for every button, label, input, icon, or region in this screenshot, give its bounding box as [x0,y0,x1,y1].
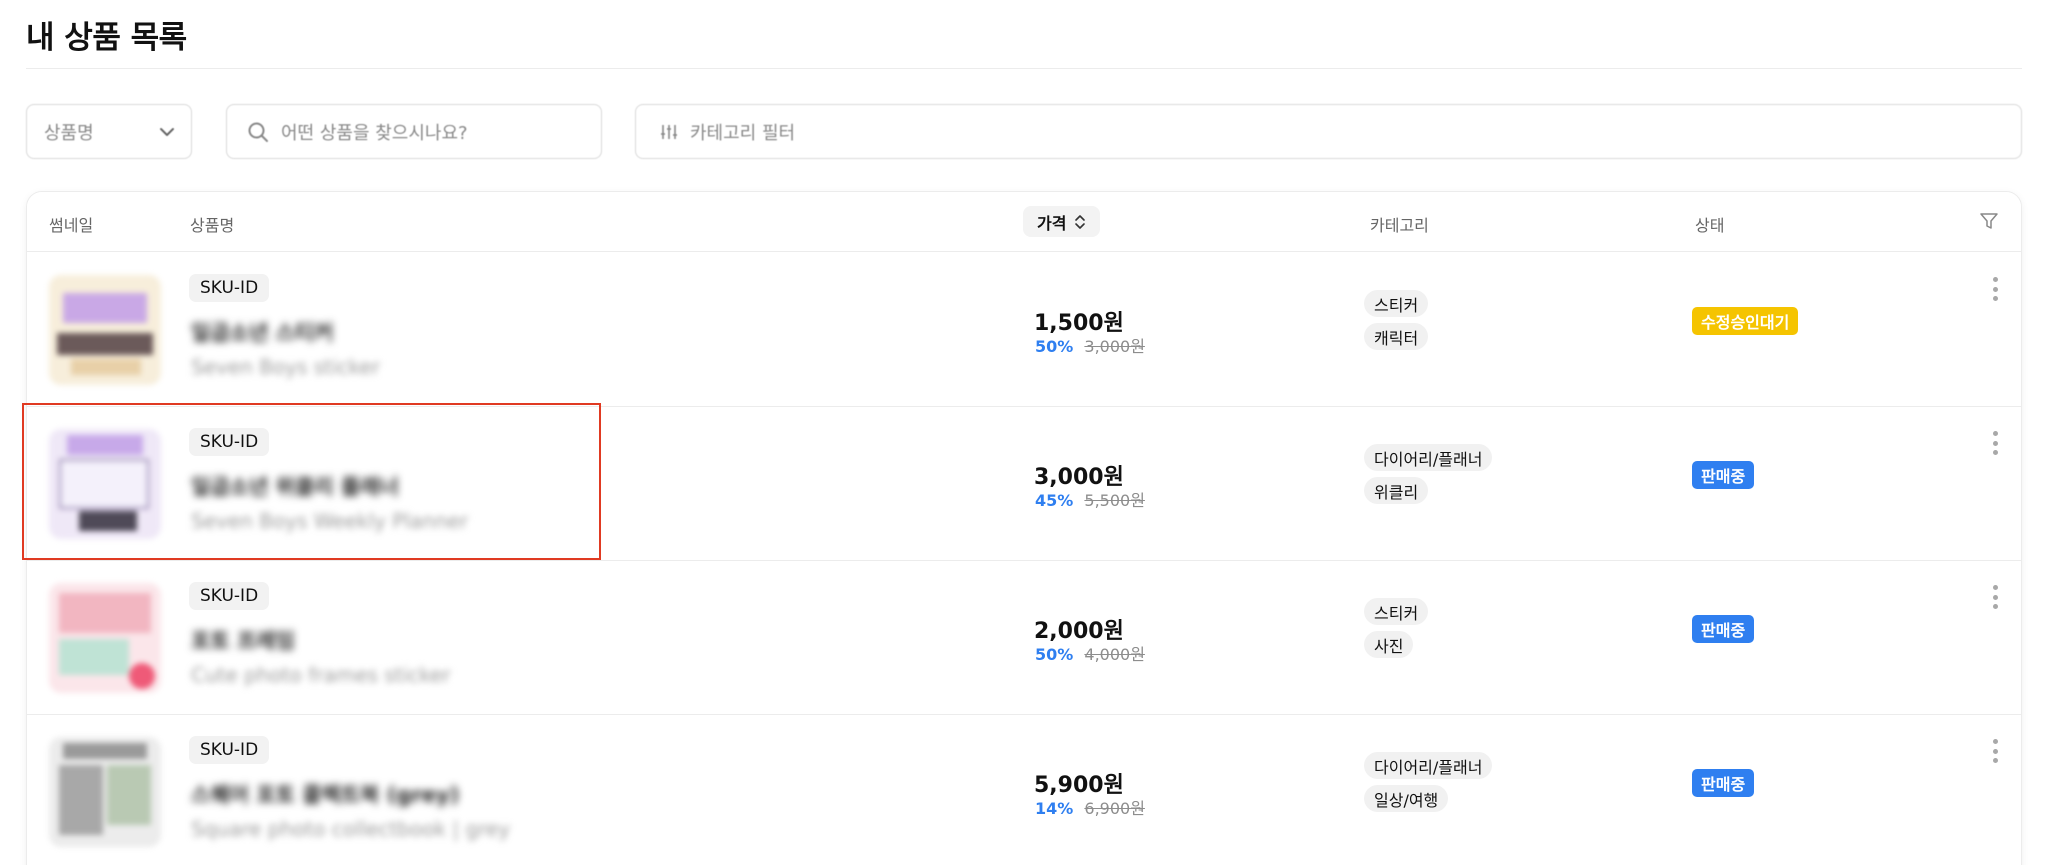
category-chip: 캐릭터 [1364,323,1429,350]
discount-rate: 14% [1035,799,1074,818]
status-badge: 판매중 [1692,769,1755,797]
page-title: 내 상품 목록 [26,20,187,56]
discount-rate: 45% [1035,491,1074,510]
product-name-en: Square photo collectbook | grey [191,817,511,841]
more-vertical-icon[interactable] [1991,739,1999,763]
column-category: 카테고리 [1370,216,1429,235]
column-name: 상품명 [190,216,235,235]
product-list-page: 내 상품 목록 상품명 어떤 상품을 찾으시나요? 카테고리 필터 썸네일 상품… [0,0,2048,865]
column-price-sort[interactable]: 가격 [1023,206,1101,237]
status-badge: 판매중 [1692,461,1755,489]
category-chip: 일상/여행 [1364,785,1449,812]
product-name-en: Cute photo frames sticker [191,663,451,687]
product-name[interactable]: 스퀘어 포토 콜렉트북 (grey) [191,779,459,809]
column-thumbnail: 썸네일 [49,216,94,235]
more-vertical-icon[interactable] [1991,585,1999,609]
search-input[interactable]: 어떤 상품을 찾으시나요? [226,104,602,159]
more-vertical-icon[interactable] [1991,431,1999,455]
search-icon [247,121,269,143]
table-row[interactable]: SKU-ID 포토 프레임 Cute photo frames sticker … [27,561,2021,715]
search-field-select[interactable]: 상품명 [26,104,192,159]
product-name-en: Seven Boys sticker [191,355,380,379]
search-field-select-value: 상품명 [44,122,94,144]
funnel-icon[interactable] [1979,211,1999,235]
discount-rate: 50% [1035,645,1074,664]
category-chip: 스티커 [1364,290,1429,317]
search-input-placeholder: 어떤 상품을 찾으시나요? [281,122,468,144]
category-chip: 위클리 [1364,477,1429,504]
discount-rate: 50% [1035,337,1074,356]
status-badge: 판매중 [1692,615,1755,643]
title-divider [26,68,2022,69]
product-name[interactable]: 일곱소년 위클리 플래너 [191,471,399,501]
column-status: 상태 [1695,216,1725,235]
column-price-label: 가격 [1037,213,1067,233]
status-badge: 수정승인대기 [1692,307,1799,335]
category-filter-placeholder: 카테고리 필터 [690,122,796,144]
sliders-icon [660,123,678,141]
table-row[interactable]: SKU-ID 일곱소년 위클리 플래너 Seven Boys Weekly Pl… [27,407,2021,561]
discount-info: 14% 6,900원 [1035,795,1145,819]
sku-badge: SKU-ID [189,428,270,456]
product-thumbnail[interactable] [49,737,161,847]
product-thumbnail[interactable] [49,429,161,539]
category-filter-input[interactable]: 카테고리 필터 [635,104,2022,159]
original-price: 5,500원 [1084,491,1145,510]
product-thumbnail[interactable] [49,583,161,693]
product-thumbnail[interactable] [49,275,161,385]
sku-badge: SKU-ID [189,582,270,610]
product-name[interactable]: 포토 프레임 [191,625,295,655]
product-name[interactable]: 일곱소년 스티커 [191,317,334,347]
sort-icon [1074,214,1086,230]
category-chip: 스티커 [1364,598,1429,625]
discount-info: 50% 4,000원 [1035,641,1145,665]
table-row[interactable]: SKU-ID 스퀘어 포토 콜렉트북 (grey) Square photo c… [27,715,2021,865]
discount-info: 45% 5,500원 [1035,487,1145,511]
discount-info: 50% 3,000원 [1035,333,1145,357]
table-row[interactable]: SKU-ID 일곱소년 스티커 Seven Boys sticker 1,500… [27,253,2021,407]
sku-badge: SKU-ID [189,736,270,764]
sku-badge: SKU-ID [189,274,270,302]
category-chip: 다이어리/플래너 [1364,752,1493,779]
original-price: 6,900원 [1084,799,1145,818]
product-name-en: Seven Boys Weekly Planner [191,509,469,533]
more-vertical-icon[interactable] [1991,277,1999,301]
original-price: 4,000원 [1084,645,1145,664]
category-chip: 사진 [1364,631,1414,658]
product-table: 썸네일 상품명 가격 카테고리 상태 SKU-ID 일곱소년 스티커 Seven… [26,191,2022,865]
table-header: 썸네일 상품명 가격 카테고리 상태 [27,192,2021,252]
original-price: 3,000원 [1084,337,1145,356]
category-chip: 다이어리/플래너 [1364,444,1493,471]
chevron-down-icon [159,127,175,137]
